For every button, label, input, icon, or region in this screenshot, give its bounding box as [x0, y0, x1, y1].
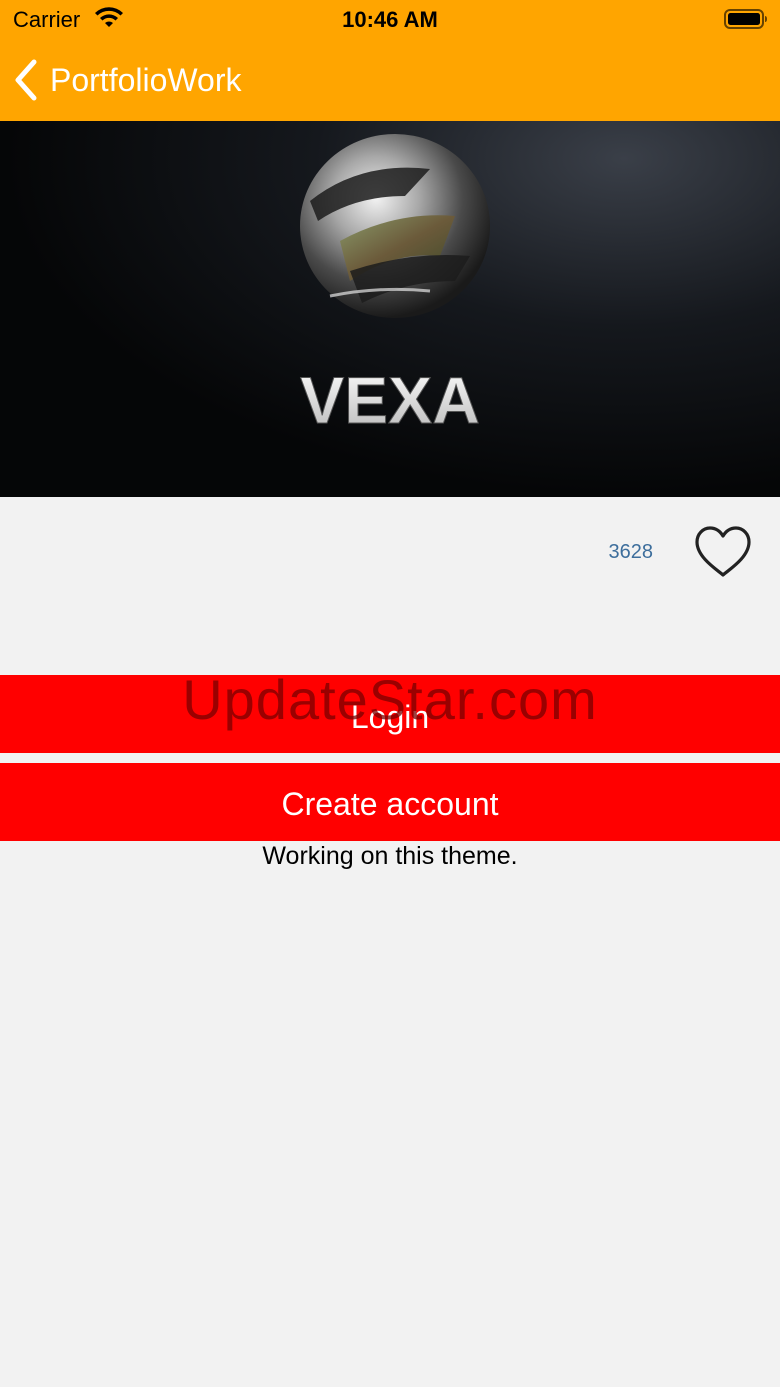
portfolio-banner-image: VEXA [0, 121, 780, 497]
navigation-bar: PortfolioWork [0, 40, 780, 121]
stats-row: 3628 [0, 497, 780, 617]
like-count: 3628 [608, 541, 654, 563]
status-bar: Carrier 10:46 AM [0, 0, 780, 40]
back-button[interactable]: PortfolioWork [12, 56, 241, 104]
description-text: Working on this theme. [262, 842, 518, 870]
back-button-label: PortfolioWork [50, 61, 242, 98]
login-button[interactable]: Login [0, 675, 780, 753]
vexa-logo: VEXA [300, 134, 490, 438]
create-account-button[interactable]: Create account [0, 763, 780, 841]
svg-text:VEXA: VEXA [300, 363, 480, 437]
heart-outline-icon[interactable] [693, 525, 753, 579]
status-time: 10:46 AM [342, 7, 438, 32]
chevron-left-icon [15, 59, 37, 101]
app-header: Carrier 10:46 AM PortfolioWork [0, 0, 780, 121]
battery-icon [724, 9, 767, 29]
